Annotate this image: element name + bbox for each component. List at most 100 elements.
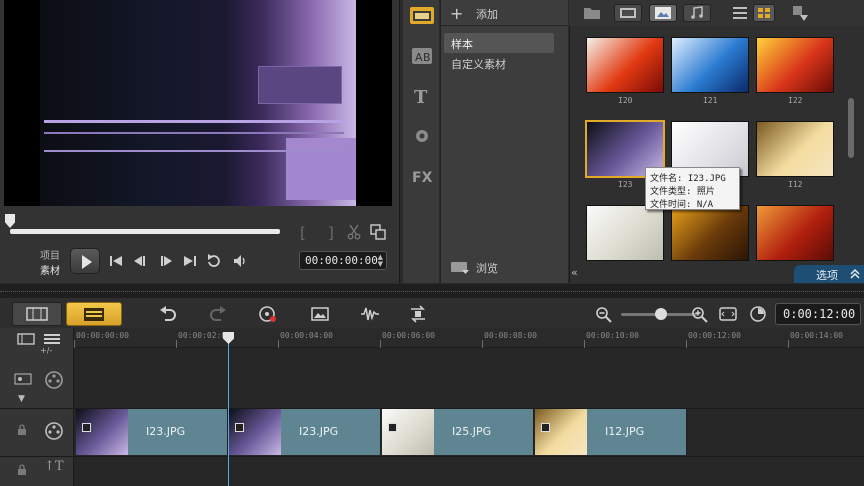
ruler-tick: [74, 340, 75, 348]
volume-icon[interactable]: [232, 253, 248, 269]
timeline-clip[interactable]: I12.JPG: [535, 409, 687, 455]
thumbnail-view-button[interactable]: [753, 4, 775, 22]
add-label: 添加: [476, 8, 498, 21]
tooltip-filetype: 文件类型: 照片: [650, 187, 715, 197]
folder-item-sample[interactable]: 样本: [444, 33, 554, 53]
thumbnail-label: I21: [703, 96, 718, 105]
show-photos-button[interactable]: [649, 4, 677, 22]
transition-icon[interactable]: AB: [411, 46, 433, 66]
grid-view-icon: [758, 8, 770, 18]
folder-icon[interactable]: [583, 4, 601, 22]
timecode-spinner-icon[interactable]: ▲ ▼: [378, 254, 383, 268]
svg-text:T: T: [414, 87, 428, 106]
expand-tracks-icon[interactable]: ▼: [18, 394, 25, 404]
duration-value: 0:00:12:00: [783, 307, 856, 321]
options-button[interactable]: 选项: [794, 265, 864, 283]
timeline-clip[interactable]: I25.JPG: [382, 409, 534, 455]
ruler-tick-label: 00:00:10:00: [586, 331, 639, 340]
next-frame-icon[interactable]: [158, 253, 174, 269]
mark-out-button[interactable]: ]: [328, 224, 334, 242]
audio-mixer-icon[interactable]: [360, 305, 380, 323]
ruler-tick: [686, 340, 687, 348]
library-toolbar: [569, 0, 864, 26]
ruler-tick-label: 00:00:04:00: [280, 331, 333, 340]
show-audio-button[interactable]: [683, 4, 711, 22]
preview-timecode[interactable]: 00:00:00:00 ▲ ▼: [299, 251, 387, 270]
ruler-tick: [788, 340, 789, 348]
show-videos-button[interactable]: [614, 4, 642, 22]
library-thumbnail[interactable]: [671, 37, 749, 93]
svg-text:A: A: [415, 51, 423, 64]
repeat-icon[interactable]: [206, 253, 222, 269]
title-icon[interactable]: T: [411, 86, 433, 106]
svg-text:FX: FX: [412, 170, 433, 186]
svg-text:B: B: [423, 51, 431, 64]
plus-icon: +: [450, 4, 464, 23]
timeline-clip[interactable]: I23.JPG: [229, 409, 381, 455]
library-thumbnail[interactable]: [756, 37, 834, 93]
image-track-icon[interactable]: [310, 305, 330, 323]
preview-screen: [4, 0, 392, 206]
clock-icon: [750, 306, 766, 322]
lock-icon[interactable]: [16, 424, 28, 436]
clip-label: I23.JPG: [299, 425, 339, 438]
library-thumbnail[interactable]: [756, 205, 834, 261]
sort-icon[interactable]: [791, 4, 809, 22]
library-thumbnail[interactable]: [586, 205, 664, 261]
list-menu-icon[interactable]: [42, 332, 62, 346]
library-thumbnail[interactable]: [756, 121, 834, 177]
media-library-icon[interactable]: [409, 4, 435, 26]
splitter-grip: [0, 291, 864, 292]
fit-project-icon[interactable]: [718, 305, 738, 323]
timecode-value: 00:00:00:00: [305, 254, 378, 267]
folder-label: 样本: [451, 38, 473, 51]
ruler-tick: [482, 340, 483, 348]
undo-icon[interactable]: [158, 305, 178, 323]
browse-icon: [451, 262, 469, 274]
library-scrollbar[interactable]: [848, 98, 854, 158]
add-folder-button[interactable]: + 添加: [450, 4, 498, 23]
mode-clip[interactable]: 素材: [40, 262, 60, 277]
track-manager-icon[interactable]: [16, 332, 36, 346]
ruler-tick: [278, 340, 279, 348]
thumbnail-label: I23: [618, 180, 633, 189]
photo-clip-icon: [541, 423, 550, 432]
library-thumbnail[interactable]: [586, 37, 664, 93]
clip-thumbnail: [76, 409, 128, 455]
library-thumbnail[interactable]: [671, 205, 749, 261]
go-to-start-icon[interactable]: [108, 253, 124, 269]
zoom-out-icon[interactable]: [594, 305, 614, 323]
record-capture-icon[interactable]: [258, 305, 278, 323]
timeline-view-button[interactable]: [66, 302, 122, 326]
add-remove-track-button[interactable]: +/-: [40, 346, 52, 355]
ripple-edit-icon[interactable]: [14, 372, 32, 386]
enlarge-preview-icon[interactable]: [370, 224, 386, 240]
music-icon: [691, 6, 703, 19]
lock-icon[interactable]: [16, 464, 28, 476]
playhead-line: [228, 340, 229, 486]
play-icon: [82, 255, 92, 269]
filter-fx-icon[interactable]: FX: [411, 166, 433, 186]
auto-music-icon[interactable]: [408, 305, 428, 323]
zoom-slider-knob[interactable]: [655, 308, 667, 320]
redo-icon[interactable]: [208, 305, 228, 323]
storyboard-view-button[interactable]: [12, 302, 62, 326]
folder-item-custom[interactable]: 自定义素材: [451, 56, 506, 72]
scissors-icon[interactable]: [347, 224, 361, 240]
previous-frame-icon[interactable]: [132, 253, 148, 269]
go-to-end-icon[interactable]: [182, 253, 198, 269]
play-button[interactable]: [70, 248, 100, 274]
clip-thumbnail: [229, 409, 281, 455]
collapse-library-icon[interactable]: «: [571, 266, 578, 279]
mark-in-button[interactable]: [: [300, 224, 306, 242]
ruler-tick-label: 00:00:12:00: [688, 331, 741, 340]
preview-scrub-bar[interactable]: [10, 229, 280, 234]
timeline-clip[interactable]: I23.JPG: [76, 409, 228, 455]
zoom-in-icon[interactable]: [690, 305, 710, 323]
ruler-tick: [584, 340, 585, 348]
project-duration: 0:00:12:00: [775, 303, 861, 325]
graphics-icon[interactable]: [411, 126, 433, 146]
storyboard-icon: [26, 307, 48, 321]
list-view-icon[interactable]: [731, 4, 749, 22]
mode-project[interactable]: 项目: [40, 247, 60, 262]
